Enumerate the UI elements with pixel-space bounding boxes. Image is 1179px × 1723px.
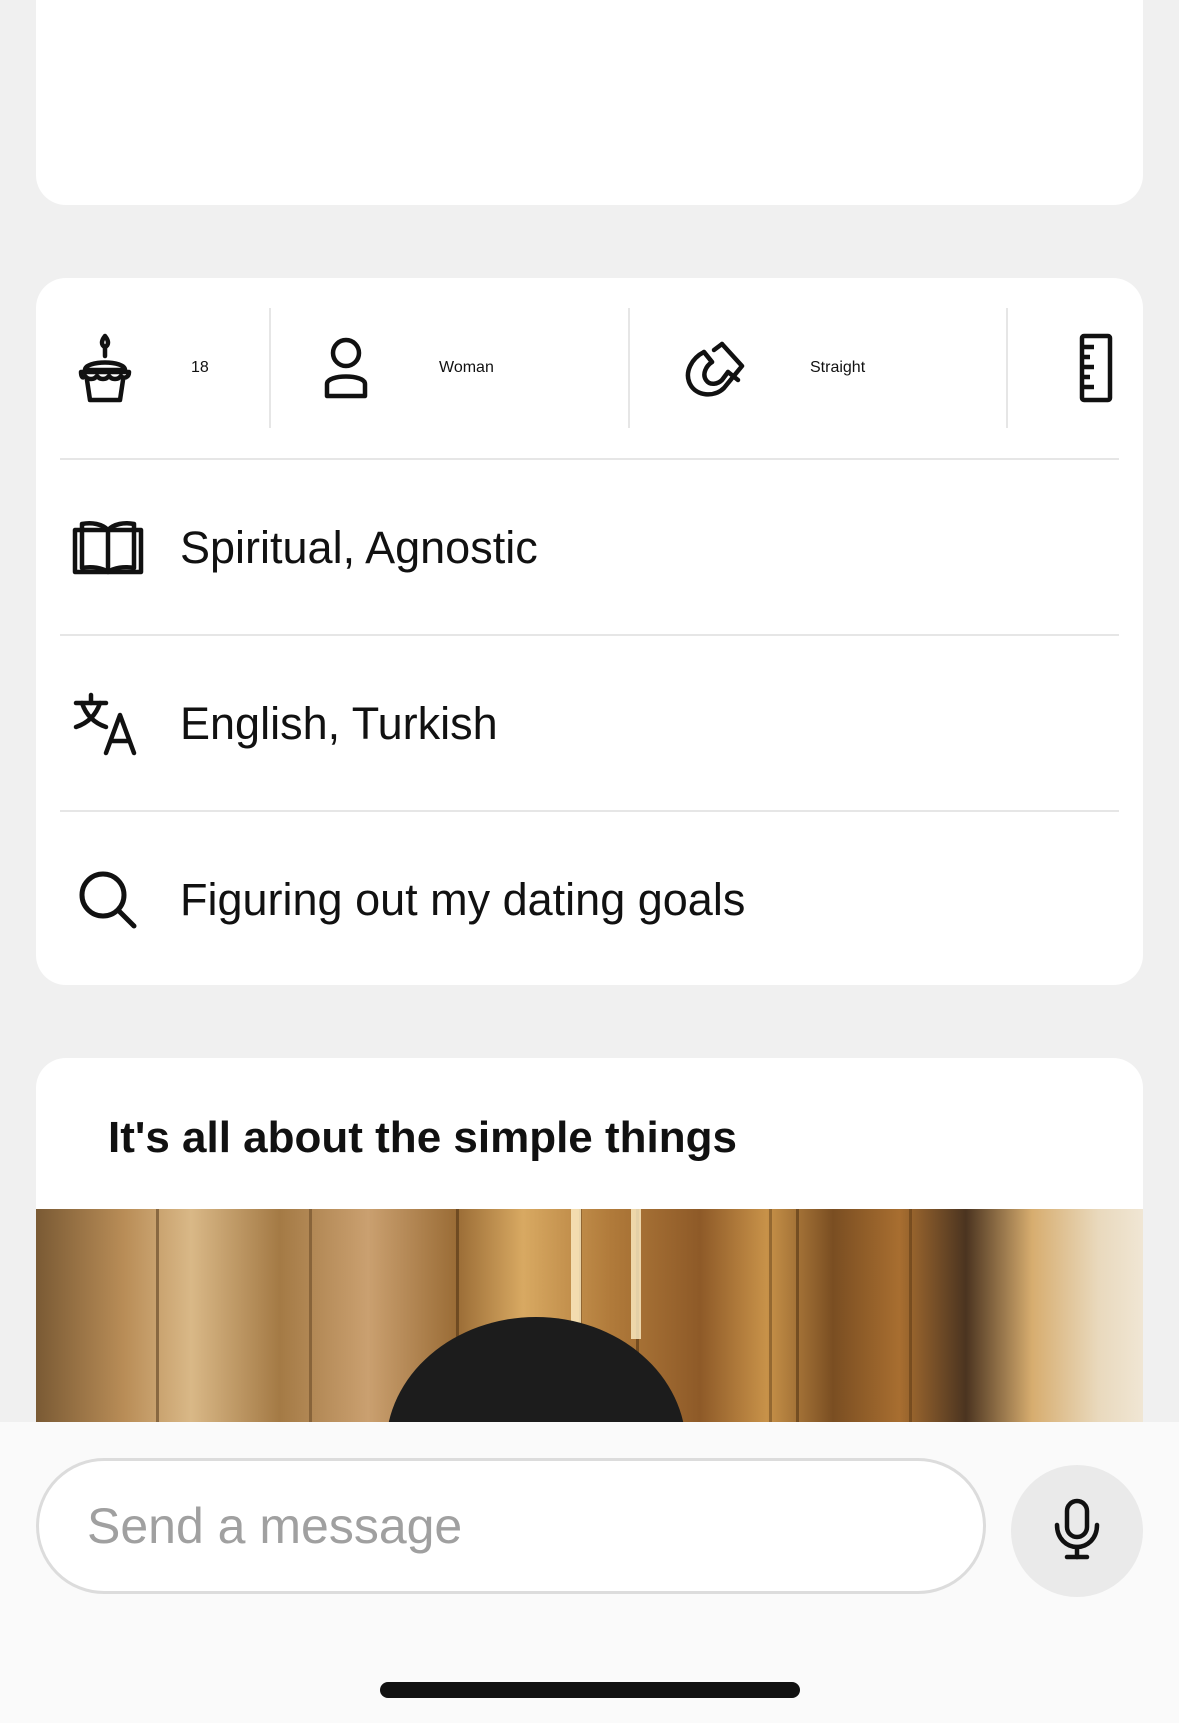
profile-info-card: 18 Woman Straight Spiritual, Agnostic En… <box>36 278 1143 985</box>
chip-divider <box>269 308 271 428</box>
languages-value: English, Turkish <box>180 698 498 749</box>
microphone-icon <box>1053 1497 1101 1566</box>
person-icon <box>321 308 371 428</box>
search-icon <box>72 864 144 936</box>
religion-row: Spiritual, Agnostic <box>36 460 1143 634</box>
home-indicator[interactable] <box>380 1682 800 1698</box>
photo-detail <box>631 1209 641 1339</box>
religion-value: Spiritual, Agnostic <box>180 522 538 573</box>
languages-row: English, Turkish <box>36 636 1143 810</box>
dating-intention-value: Figuring out my dating goals <box>180 874 746 925</box>
dating-intention-row: Figuring out my dating goals <box>36 812 1143 985</box>
book-icon <box>72 512 144 584</box>
sexuality-value: Straight <box>810 359 866 376</box>
gender-value: Woman <box>439 359 494 376</box>
prompt-title: It's all about the simple things <box>108 1113 737 1162</box>
ruler-icon <box>1076 308 1116 428</box>
previous-card <box>36 0 1143 205</box>
profile-basics-strip[interactable]: 18 Woman Straight <box>36 278 1143 458</box>
age-value: 18 <box>191 359 209 376</box>
magnet-icon <box>684 308 754 428</box>
chip-divider <box>628 308 630 428</box>
birthday-cake-icon <box>75 308 135 428</box>
profile-screen: 18 Woman Straight Spiritual, Agnostic En… <box>0 0 1179 1723</box>
message-composer <box>0 1422 1179 1723</box>
chip-divider <box>1006 308 1008 428</box>
message-input[interactable] <box>36 1458 986 1594</box>
translate-icon <box>72 688 144 760</box>
voice-message-button[interactable] <box>1011 1465 1143 1597</box>
photo-detail <box>571 1209 581 1339</box>
